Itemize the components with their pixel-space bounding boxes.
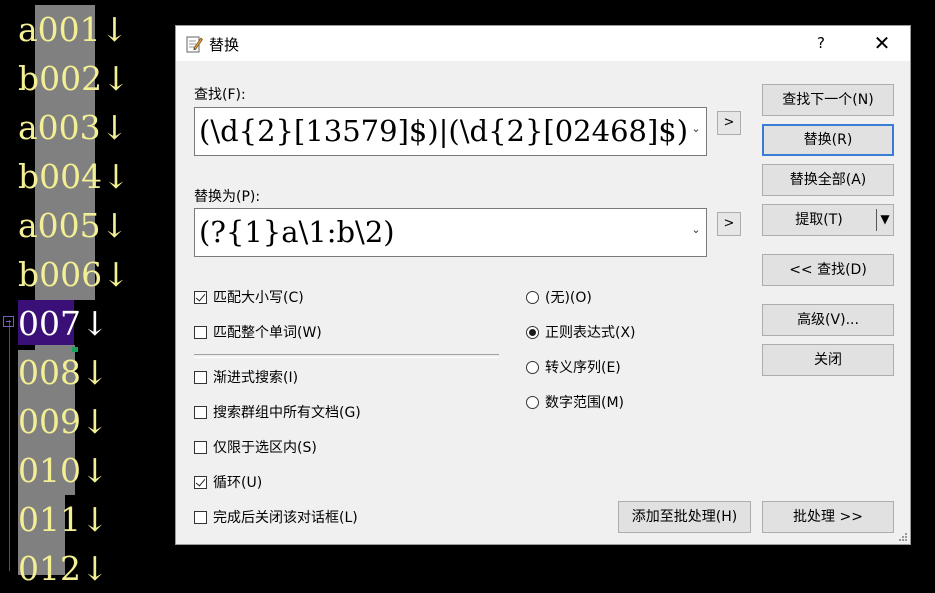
editor-line[interactable]: b002↓	[18, 54, 130, 103]
checkbox-unchecked[interactable]	[194, 370, 207, 384]
checkbox-label: 完成后关闭该对话框(L)	[213, 510, 358, 526]
title-bar[interactable]: 替换 ? ✕	[176, 26, 910, 61]
checkbox-label: 匹配整个单词(W)	[213, 325, 322, 341]
radio-label: 数字范围(M)	[545, 395, 625, 411]
checkbox-label: 渐进式搜索(I)	[213, 370, 299, 386]
editor-line[interactable]: a001↓	[18, 5, 128, 54]
find-next-button[interactable]: 查找下一个(N)	[762, 84, 894, 116]
editor-pane[interactable]: a001↓ b002↓ a003↓ b004↓ a005↓ b006↓ 007↓…	[0, 0, 175, 588]
editor-line[interactable]: b006↓	[18, 250, 130, 299]
checkbox-unchecked[interactable]	[194, 510, 207, 524]
search-mode-number-range-radio[interactable]: 数字范围(M)	[526, 392, 624, 412]
search-all-docs-checkbox[interactable]: 搜索群组中所有文档(G)	[194, 402, 361, 422]
replace-input[interactable]: (?{1}a\1:b\2)	[199, 209, 395, 255]
help-button[interactable]: ?	[808, 31, 834, 55]
replace-label: 替换为(P):	[194, 189, 261, 205]
resize-grip-icon[interactable]	[898, 532, 908, 542]
selection-only-checkbox[interactable]: 仅限于选区内(S)	[194, 437, 317, 457]
extract-button[interactable]: 提取(T)	[763, 205, 875, 235]
chevron-down-icon[interactable]: ⌄	[690, 223, 702, 237]
editor-line[interactable]: a005↓	[18, 201, 128, 250]
batch-button[interactable]: 批处理 >>	[762, 501, 894, 533]
close-button[interactable]: 关闭	[762, 344, 894, 376]
replace-combobox[interactable]: (?{1}a\1:b\2) ⌄	[194, 208, 707, 257]
find-label: 查找(F):	[194, 87, 246, 103]
checkbox-label: 搜索群组中所有文档(G)	[213, 405, 361, 421]
radio-label: 转义序列(E)	[545, 360, 621, 376]
checkbox-label: 仅限于选区内(S)	[213, 440, 317, 456]
replace-button[interactable]: 替换(R)	[762, 124, 894, 156]
replace-all-button[interactable]: 替换全部(A)	[762, 164, 894, 196]
notepad-icon	[186, 36, 203, 53]
editor-line[interactable]: 008↓	[18, 348, 109, 397]
advanced-button[interactable]: 高级(V)...	[762, 304, 894, 336]
editor-line[interactable]: b004↓	[18, 152, 130, 201]
fold-toggle-icon[interactable]	[3, 316, 14, 327]
find-previous-button[interactable]: << 查找(D)	[762, 254, 894, 286]
add-to-batch-button[interactable]: 添加至批处理(H)	[618, 501, 751, 533]
divider	[194, 354, 499, 358]
editor-line-current[interactable]: 007↓	[18, 299, 109, 348]
radio-label: 正则表达式(X)	[545, 325, 636, 341]
radio-unselected[interactable]	[526, 360, 539, 374]
editor-line[interactable]: a003↓	[18, 103, 128, 152]
fold-line	[9, 320, 10, 571]
replace-dialog: 替换 ? ✕ 查找(F): (\d{2}[13579]$)|(\d{2}[024…	[175, 25, 911, 545]
radio-unselected[interactable]	[526, 290, 539, 304]
dialog-title: 替换	[209, 36, 240, 54]
match-case-checkbox[interactable]: 匹配大小写(C)	[194, 287, 304, 307]
radio-selected[interactable]	[526, 325, 539, 339]
checkbox-unchecked[interactable]	[194, 325, 207, 339]
checkbox-unchecked[interactable]	[194, 440, 207, 454]
radio-label: (无)(O)	[545, 290, 592, 306]
search-mode-regex-radio[interactable]: 正则表达式(X)	[526, 322, 636, 342]
radio-unselected[interactable]	[526, 395, 539, 409]
editor-line[interactable]: 010↓	[18, 446, 109, 495]
checkbox-label: 匹配大小写(C)	[213, 290, 304, 306]
incremental-search-checkbox[interactable]: 渐进式搜索(I)	[194, 367, 298, 387]
find-input[interactable]: (\d{2}[13579]$)|(\d{2}[02468]$)	[199, 108, 688, 154]
close-icon[interactable]: ✕	[868, 31, 896, 55]
find-expand-button[interactable]: >	[717, 111, 741, 135]
checkbox-unchecked[interactable]	[194, 405, 207, 419]
search-mode-none-radio[interactable]: (无)(O)	[526, 287, 592, 307]
editor-line[interactable]: 009↓	[18, 397, 109, 446]
dropdown-arrow-icon[interactable]: ▼	[878, 212, 892, 226]
whole-word-checkbox[interactable]: 匹配整个单词(W)	[194, 322, 322, 342]
find-combobox[interactable]: (\d{2}[13579]$)|(\d{2}[02468]$) ⌄	[194, 107, 707, 156]
split-divider	[876, 209, 877, 231]
wrap-around-checkbox[interactable]: 循环(U)	[194, 472, 262, 492]
replace-expand-button[interactable]: >	[717, 212, 741, 236]
checkbox-checked[interactable]	[194, 475, 207, 489]
checkbox-label: 循环(U)	[213, 475, 263, 491]
chevron-down-icon[interactable]: ⌄	[690, 122, 702, 136]
editor-line[interactable]: 011↓	[18, 495, 109, 544]
close-after-checkbox[interactable]: 完成后关闭该对话框(L)	[194, 507, 358, 527]
editor-line[interactable]: 012↓	[18, 544, 109, 593]
checkbox-checked[interactable]	[194, 290, 207, 304]
extract-split-button[interactable]: 提取(T) ▼	[762, 204, 894, 236]
search-mode-escape-radio[interactable]: 转义序列(E)	[526, 357, 621, 377]
